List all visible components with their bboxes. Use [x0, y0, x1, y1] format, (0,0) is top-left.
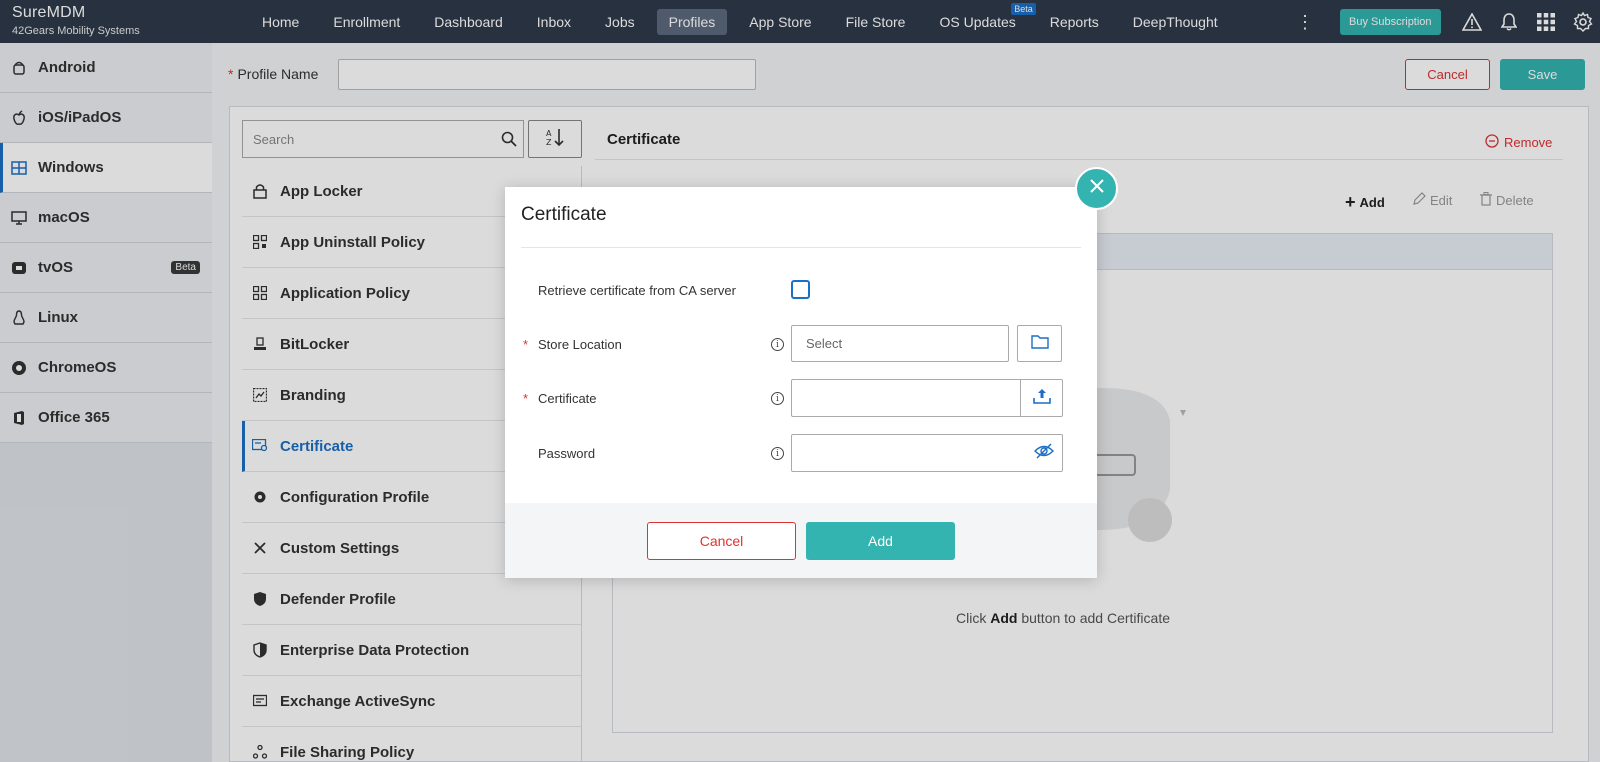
info-icon[interactable]: i: [771, 392, 784, 405]
store-location-label: * Store Location: [523, 337, 622, 352]
upload-icon: [1033, 388, 1051, 409]
browse-folder-button[interactable]: [1017, 325, 1062, 362]
certificate-label: * Certificate: [523, 391, 597, 406]
password-input[interactable]: [791, 434, 1063, 472]
close-icon: [1089, 178, 1105, 199]
info-icon[interactable]: i: [771, 447, 784, 460]
upload-certificate-button[interactable]: [1020, 379, 1063, 417]
modal-footer: [505, 503, 1097, 578]
store-location-select[interactable]: Select: [791, 325, 1009, 362]
modal-divider: [521, 247, 1081, 248]
password-label: Password: [538, 446, 596, 461]
eye-off-icon: [1034, 443, 1054, 464]
modal-title: Certificate: [521, 204, 607, 225]
modal-close-button[interactable]: [1075, 167, 1118, 210]
toggle-password-visibility[interactable]: [1025, 434, 1063, 472]
retrieve-ca-label: Retrieve certificate from CA server: [538, 283, 736, 298]
info-icon[interactable]: i: [771, 338, 784, 351]
retrieve-ca-checkbox[interactable]: [791, 280, 810, 299]
modal-cancel-button[interactable]: Cancel: [647, 522, 796, 560]
modal-add-button[interactable]: Add: [806, 522, 955, 560]
folder-icon: [1030, 334, 1049, 354]
